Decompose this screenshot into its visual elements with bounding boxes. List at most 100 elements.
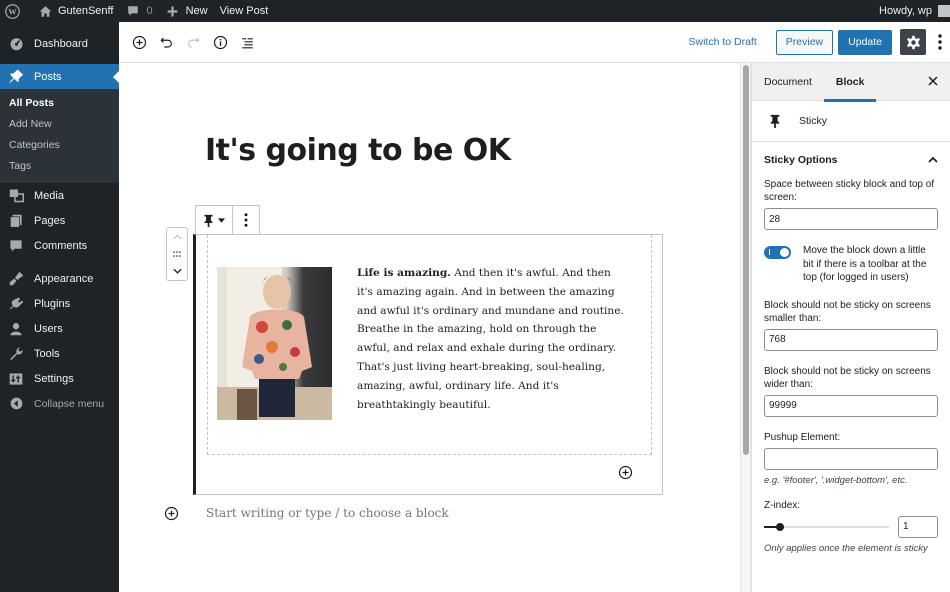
home-icon <box>37 3 53 19</box>
site-name-link[interactable]: GutenSenff <box>31 0 119 22</box>
list-view-icon <box>241 37 253 48</box>
posts-submenu: All Posts Add New Categories Tags <box>0 89 119 183</box>
close-settings-button[interactable] <box>926 74 940 88</box>
redo-icon <box>187 37 200 48</box>
sidebar-item-label: Media <box>34 189 64 202</box>
submenu-categories[interactable]: Categories <box>0 135 119 156</box>
sidebar-item-pages[interactable]: Pages <box>0 208 119 233</box>
sidebar-item-label: Pages <box>34 214 66 227</box>
block-switcher-button[interactable] <box>196 206 232 234</box>
move-down-button[interactable] <box>168 264 186 278</box>
comments-link[interactable]: 0 <box>119 0 158 22</box>
block-card: Sticky <box>752 101 950 142</box>
chevron-up-icon <box>172 234 182 240</box>
pages-icon <box>8 213 24 229</box>
site-name: GutenSenff <box>58 5 114 17</box>
sidebar-item-plugins[interactable]: Plugins <box>0 291 119 316</box>
block-card-title: Sticky <box>799 115 828 127</box>
inserter-button[interactable] <box>164 506 180 522</box>
post-title[interactable]: It's going to be OK <box>205 133 511 168</box>
redo-button[interactable] <box>180 29 206 55</box>
add-block-button[interactable] <box>126 29 152 55</box>
avatar <box>938 5 950 17</box>
drag-handle[interactable] <box>168 247 186 261</box>
admin-sidebar: Dashboard Posts All Posts Add New Catego… <box>0 22 119 592</box>
comments-count: 0 <box>146 5 153 17</box>
media-text-content[interactable]: Life is amazing. And then it's awful. An… <box>357 264 627 414</box>
default-block-appender[interactable]: Start writing or type / to choose a bloc… <box>206 506 449 520</box>
sidebar-item-label: Comments <box>34 239 88 252</box>
comments-icon <box>8 238 24 254</box>
max-width-input[interactable]: 99999 <box>764 394 938 417</box>
tools-icon <box>8 346 24 362</box>
offset-input[interactable]: 28 <box>764 208 938 230</box>
switch-to-draft-button[interactable]: Switch to Draft <box>689 36 757 48</box>
update-button[interactable]: Update <box>838 29 892 55</box>
content-info-button[interactable] <box>207 29 233 55</box>
sidebar-item-posts[interactable]: Posts <box>0 64 119 89</box>
svg-text:W: W <box>8 7 17 16</box>
sidebar-item-comments[interactable]: Comments <box>0 233 119 258</box>
collapse-menu-button[interactable]: Collapse menu <box>0 391 119 416</box>
sidebar-item-appearance[interactable]: Appearance <box>0 266 119 291</box>
media-text-lead: Life is amazing. <box>357 267 451 279</box>
admin-bar-offset-toggle[interactable] <box>764 246 791 259</box>
sidebar-item-media[interactable]: Media <box>0 183 119 208</box>
sidebar-item-label: Plugins <box>34 297 71 310</box>
canvas-scrollbar[interactable] <box>740 63 751 592</box>
panel-title: Sticky Options <box>764 154 838 166</box>
view-post-link[interactable]: View Post <box>214 0 275 22</box>
plus-icon <box>165 3 181 19</box>
move-up-button[interactable] <box>168 230 186 244</box>
wordpress-logo-button[interactable]: W <box>0 0 31 22</box>
more-tools-button[interactable] <box>930 29 950 55</box>
gear-icon <box>906 35 920 49</box>
media-image[interactable] <box>217 267 332 420</box>
view-post-label: View Post <box>219 5 269 17</box>
block-navigation-button[interactable] <box>234 29 260 55</box>
scrollbar-thumb[interactable] <box>743 65 749 455</box>
sidebar-item-settings[interactable]: Settings <box>0 366 119 391</box>
pushup-input[interactable] <box>764 447 938 470</box>
editor-canvas: It's going to be OK Life is amazing. And… <box>119 63 739 592</box>
submenu-tags[interactable]: Tags <box>0 156 119 177</box>
block-more-options-button[interactable] <box>232 206 259 234</box>
preview-button[interactable]: Preview <box>775 29 834 55</box>
sticky-options-panel-toggle[interactable]: Sticky Options <box>752 142 950 178</box>
submenu-add-new[interactable]: Add New <box>0 114 119 135</box>
settings-toggle-button[interactable] <box>900 29 926 55</box>
undo-button[interactable] <box>153 29 179 55</box>
chevron-up-icon <box>928 154 938 166</box>
editor-header: Switch to Draft Preview Update <box>119 22 950 63</box>
zindex-label: Z-index: <box>764 499 801 511</box>
tab-document[interactable]: Document <box>752 63 824 101</box>
inner-block-appender-button[interactable] <box>618 465 634 481</box>
pushup-help: e.g. '#footer', '.widget-bottom', etc. <box>764 474 908 486</box>
sidebar-item-label: Users <box>34 322 63 335</box>
slider-handle[interactable] <box>776 522 784 531</box>
min-width-input[interactable]: 768 <box>764 328 938 351</box>
vertical-ellipsis-icon <box>938 34 942 50</box>
chevron-down-icon <box>172 268 182 274</box>
sticky-block[interactable]: Life is amazing. And then it's awful. An… <box>193 234 663 495</box>
info-icon <box>213 35 227 49</box>
submenu-all-posts[interactable]: All Posts <box>0 93 119 114</box>
my-account-link[interactable]: Howdy, wp <box>873 0 950 22</box>
new-label: New <box>185 5 208 17</box>
appearance-icon <box>8 271 24 287</box>
sidebar-item-label: Settings <box>34 372 74 385</box>
tab-block[interactable]: Block <box>823 63 877 102</box>
close-icon <box>928 76 938 86</box>
sidebar-item-tools[interactable]: Tools <box>0 341 119 366</box>
zindex-slider[interactable] <box>764 520 889 534</box>
media-text-body: And then it's awful. And then it's amazi… <box>357 267 624 411</box>
block-toolbar <box>195 205 260 234</box>
plus-circle-icon <box>164 506 179 521</box>
sidebar-item-label: Posts <box>34 70 62 83</box>
new-content-link[interactable]: New <box>159 0 214 22</box>
sidebar-item-dashboard[interactable]: Dashboard <box>0 31 119 56</box>
zindex-help: Only applies once the element is sticky <box>764 542 928 554</box>
drag-handle-icon <box>173 251 181 257</box>
zindex-input[interactable]: 1 <box>898 515 938 538</box>
sidebar-item-users[interactable]: Users <box>0 316 119 341</box>
